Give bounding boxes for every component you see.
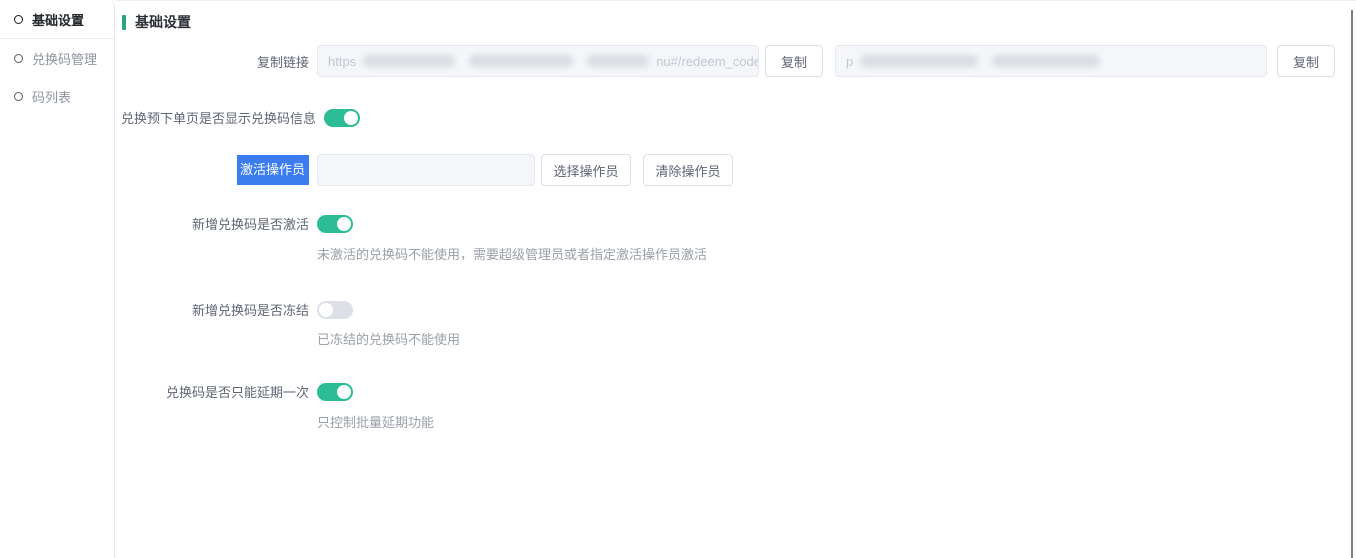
sidebar-item-code-list[interactable]: 码列表 (0, 77, 114, 115)
toggle-knob (337, 384, 351, 399)
new-code-freeze-helper: 已冻结的兑换码不能使用 (317, 332, 461, 347)
show-code-info-toggle[interactable] (324, 108, 361, 127)
title-accent-bar (122, 14, 126, 30)
section-title: 基础设置 (122, 12, 1342, 32)
toggle-knob (337, 216, 351, 231)
new-code-activate-row: 新增兑换码是否激活 (121, 214, 1342, 233)
extend-once-helper: 只控制批量延期功能 (317, 415, 435, 430)
redacted-text (363, 55, 456, 67)
show-code-info-label: 兑换预下单页是否显示兑换码信息 (121, 111, 317, 126)
copy-link-url-input[interactable]: https nu#/redeem_code_list?i=11 (317, 45, 759, 77)
redacted-text (860, 55, 979, 67)
redacted-text (469, 55, 574, 67)
redacted-text (992, 55, 1101, 67)
new-code-freeze-toggle[interactable] (317, 300, 353, 319)
secondary-prefix-text: p (846, 53, 854, 69)
new-code-freeze-row: 新增兑换码是否冻结 (121, 300, 1342, 319)
redacted-text (587, 55, 650, 67)
settings-sidebar: 基础设置 兑换码管理 码列表 (0, 0, 115, 558)
sidebar-item-redeem-code-management[interactable]: 兑换码管理 (0, 39, 114, 77)
page-title: 基础设置 (135, 14, 191, 30)
toggle-knob (344, 110, 359, 125)
copy-link-secondary-input[interactable]: p (835, 45, 1268, 77)
sidebar-item-basic-settings[interactable]: 基础设置 (0, 0, 114, 39)
activate-operator-row: 激活操作员 选择操作员 清除操作员 (121, 154, 1342, 186)
radio-circle-icon (14, 53, 23, 63)
copy-link-label: 复制链接 (256, 54, 309, 70)
clear-operator-button[interactable]: 清除操作员 (643, 154, 733, 186)
extend-once-toggle[interactable] (317, 382, 353, 401)
selected-label-highlight: 激活操作员 (236, 155, 309, 185)
scrollbar[interactable] (1351, 10, 1353, 558)
extend-once-label: 兑换码是否只能延期一次 (165, 385, 309, 400)
sidebar-item-label: 码列表 (32, 89, 72, 105)
url-suffix-text: nu#/redeem_code_list?i=11 (656, 53, 759, 69)
select-operator-button[interactable]: 选择操作员 (541, 154, 631, 186)
sidebar-item-label: 兑换码管理 (32, 51, 98, 67)
sidebar-item-label: 基础设置 (32, 12, 85, 28)
activate-operator-input[interactable] (317, 154, 535, 186)
new-code-activate-toggle[interactable] (317, 214, 353, 233)
new-code-activate-helper: 未激活的兑换码不能使用，需要超级管理员或者指定激活操作员激活 (317, 247, 708, 262)
url-prefix-text: https (328, 53, 357, 69)
extend-once-row: 兑换码是否只能延期一次 (121, 382, 1342, 401)
new-code-freeze-label: 新增兑换码是否冻结 (191, 303, 309, 318)
new-code-activate-label: 新增兑换码是否激活 (191, 217, 309, 232)
radio-circle-icon (14, 14, 23, 24)
basic-settings-panel: 基础设置 复制链接 https nu#/redeem_code_list?i=1… (115, 0, 1356, 558)
copy-link-row: 复制链接 https nu#/redeem_code_list?i=11 复制 … (121, 45, 1342, 77)
copy-button-2[interactable]: 复制 (1277, 45, 1336, 77)
activate-operator-label: 激活操作员 (121, 155, 317, 185)
radio-circle-icon (14, 91, 23, 101)
show-code-info-row: 兑换预下单页是否显示兑换码信息 (121, 108, 1342, 127)
copy-button[interactable]: 复制 (765, 45, 824, 77)
toggle-knob (319, 302, 333, 317)
